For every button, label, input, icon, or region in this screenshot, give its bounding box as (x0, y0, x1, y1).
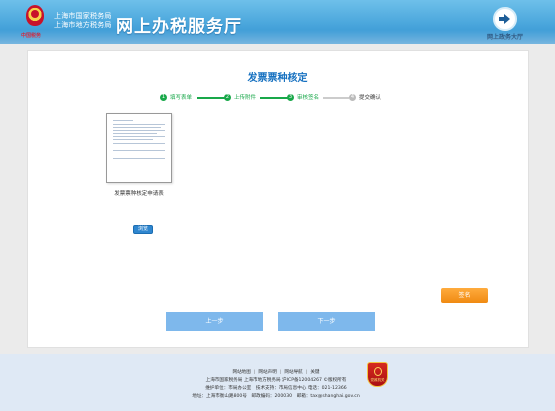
footer-text: 网站地图 | 网站声明 | 网站导航 | 关键 上海市国家税务局 上海市地方税务局 沪ICP… (156, 369, 396, 401)
footer-separator: | (305, 370, 308, 375)
bureau-names: 上海市国家税务局 上海市地方税务局 (54, 12, 112, 30)
footer-separator: | (279, 370, 282, 375)
footer-address: 地址：上海市衡山路800号 邮政编码：200030 邮箱：tax@shangha… (192, 394, 360, 399)
step-4-label: 提交确认 (359, 95, 382, 101)
doc-line (113, 136, 165, 137)
sign-button[interactable]: 签名 (441, 288, 488, 303)
browse-button[interactable]: 浏览 (133, 225, 153, 234)
step-connector-2 (260, 97, 288, 99)
site-header: 中国税务 上海市国家税务局 上海市地方税务局 网上办税服务厅 网上政务大厅 (0, 0, 555, 44)
party-government-badge[interactable]: 党政机关 (367, 362, 388, 387)
content-card (27, 50, 529, 348)
footer-link-close[interactable]: 关键 (310, 370, 319, 375)
step-4-number: 4 (349, 94, 356, 101)
badge-label: 党政机关 (370, 378, 385, 382)
doc-line (113, 143, 165, 144)
doc-line (113, 130, 165, 131)
footer-link-sitemap[interactable]: 网站地图 (232, 370, 250, 375)
document-caption: 发票票种核定申请表 (114, 191, 164, 197)
bureau-line-2: 上海市地方税务局 (54, 21, 112, 29)
doc-line (113, 158, 165, 159)
online-government-hall-label: 网上政务大厅 (486, 34, 523, 41)
previous-step-button[interactable]: 上一步 (166, 312, 263, 331)
step-1-number: 1 (160, 94, 167, 101)
footer-links: 网站地图 | 网站声明 | 网站导航 | 关键 (156, 369, 396, 377)
doc-line (113, 120, 133, 121)
step-3-number: 3 (287, 94, 294, 101)
footer-link-navigation[interactable]: 网站导航 (284, 370, 302, 375)
step-2-number: 2 (224, 94, 231, 101)
site-title: 网上办税服务厅 (116, 17, 242, 37)
bureau-line-1: 上海市国家税务局 (54, 12, 112, 20)
doc-line (113, 139, 153, 140)
footer-maintenance: 维护单位：市局办公室 技术支持：市局信息中心 电话：021-12366 (205, 386, 347, 391)
badge-emblem-icon (374, 367, 382, 376)
step-3-label: 审核签名 (297, 95, 320, 101)
tax-emblem-icon (26, 5, 44, 26)
login-arrow-icon (493, 7, 517, 31)
online-government-hall-button[interactable]: 网上政务大厅 (484, 7, 526, 42)
doc-line (113, 150, 165, 151)
step-2-label: 上传附件 (234, 95, 257, 101)
next-step-button[interactable]: 下一步 (278, 312, 375, 331)
doc-line (113, 127, 161, 128)
footer-link-statement[interactable]: 网站声明 (258, 370, 276, 375)
doc-line (113, 124, 165, 125)
sub-brand-text: 中国税务 (21, 33, 42, 39)
page-title: 发票票种核定 (247, 73, 308, 84)
document-thumbnail[interactable] (106, 113, 172, 183)
doc-line (113, 133, 157, 134)
step-connector-1 (197, 97, 225, 99)
footer-separator: | (253, 370, 256, 375)
step-1-label: 填写表单 (170, 95, 193, 101)
footer-copyright: 上海市国家税务局 上海市地方税务局 沪ICP备12004267 ©版权所有 (205, 378, 347, 383)
step-connector-3 (323, 97, 349, 99)
